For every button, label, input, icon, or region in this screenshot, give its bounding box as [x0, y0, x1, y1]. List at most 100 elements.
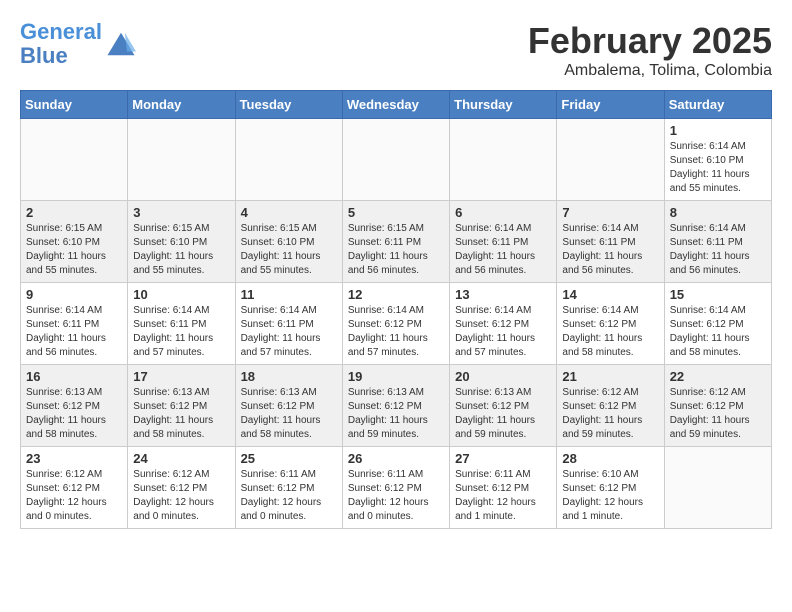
day-number: 3 [133, 205, 229, 220]
calendar-day-empty [128, 119, 235, 201]
calendar-day: 2 Sunrise: 6:15 AM Sunset: 6:10 PM Daylig… [21, 201, 128, 283]
day-number: 9 [26, 287, 122, 302]
title-area: February 2025 Ambalema, Tolima, Colombia [528, 20, 772, 80]
logo-text: GeneralBlue [20, 20, 102, 68]
day-info: Sunrise: 6:12 AM Sunset: 6:12 PM Dayligh… [562, 386, 658, 442]
day-info: Sunrise: 6:13 AM Sunset: 6:12 PM Dayligh… [348, 386, 444, 442]
calendar-day: 12Sunrise: 6:14 AM Sunset: 6:12 PM Dayli… [342, 283, 449, 365]
day-info: Sunrise: 6:14 AM Sunset: 6:11 PM Dayligh… [670, 222, 766, 278]
day-info: Sunrise: 6:12 AM Sunset: 6:12 PM Dayligh… [670, 386, 766, 442]
calendar-day: 26 Sunrise: 6:11 AM Sunset: 6:12 PM Dayli… [342, 447, 449, 529]
day-number: 17 [133, 369, 229, 384]
day-info: Sunrise: 6:12 AM Sunset: 6:12 PM Dayligh… [133, 468, 229, 524]
day-info: Sunrise: 6:14 AM Sunset: 6:11 PM Dayligh… [241, 304, 337, 360]
day-info: Sunrise: 6:14 AM Sunset: 6:12 PM Dayligh… [670, 304, 766, 360]
calendar-day: 5Sunrise: 6:15 AM Sunset: 6:11 PM Daylig… [342, 201, 449, 283]
calendar-day: 15 Sunrise: 6:14 AM Sunset: 6:12 PM Dayli… [664, 283, 771, 365]
day-number: 19 [348, 369, 444, 384]
calendar-week-row: 16 Sunrise: 6:13 AM Sunset: 6:12 PM Dayli… [21, 365, 772, 447]
day-info: Sunrise: 6:14 AM Sunset: 6:10 PM Dayligh… [670, 140, 766, 196]
calendar-day: 27 Sunrise: 6:11 AM Sunset: 6:12 PM Dayli… [450, 447, 557, 529]
day-number: 6 [455, 205, 551, 220]
logo: GeneralBlue [20, 20, 136, 68]
day-number: 27 [455, 451, 551, 466]
day-number: 1 [670, 123, 766, 138]
calendar-day: 18 Sunrise: 6:13 AM Sunset: 6:12 PM Dayli… [235, 365, 342, 447]
day-header-sunday: Sunday [21, 91, 128, 119]
calendar-day: 11 Sunrise: 6:14 AM Sunset: 6:11 PM Dayli… [235, 283, 342, 365]
calendar-day-empty [235, 119, 342, 201]
calendar-day: 9 Sunrise: 6:14 AM Sunset: 6:11 PM Daylig… [21, 283, 128, 365]
day-info: Sunrise: 6:15 AM Sunset: 6:10 PM Dayligh… [133, 222, 229, 278]
calendar-day: 19 Sunrise: 6:13 AM Sunset: 6:12 PM Dayli… [342, 365, 449, 447]
calendar-day: 8 Sunrise: 6:14 AM Sunset: 6:11 PM Daylig… [664, 201, 771, 283]
day-number: 2 [26, 205, 122, 220]
calendar-day-empty [450, 119, 557, 201]
calendar-day: 4 Sunrise: 6:15 AM Sunset: 6:10 PM Daylig… [235, 201, 342, 283]
day-info: Sunrise: 6:14 AM Sunset: 6:11 PM Dayligh… [26, 304, 122, 360]
day-number: 7 [562, 205, 658, 220]
calendar-header-row: SundayMondayTuesdayWednesdayThursdayFrid… [21, 91, 772, 119]
day-number: 21 [562, 369, 658, 384]
day-info: Sunrise: 6:15 AM Sunset: 6:10 PM Dayligh… [26, 222, 122, 278]
day-info: Sunrise: 6:14 AM Sunset: 6:12 PM Dayligh… [562, 304, 658, 360]
day-number: 20 [455, 369, 551, 384]
day-number: 15 [670, 287, 766, 302]
day-header-saturday: Saturday [664, 91, 771, 119]
day-info: Sunrise: 6:14 AM Sunset: 6:11 PM Dayligh… [133, 304, 229, 360]
day-number: 11 [241, 287, 337, 302]
calendar-day: 25 Sunrise: 6:11 AM Sunset: 6:12 PM Dayli… [235, 447, 342, 529]
day-number: 18 [241, 369, 337, 384]
calendar-table: SundayMondayTuesdayWednesdayThursdayFrid… [20, 90, 772, 529]
calendar-day: 22 Sunrise: 6:12 AM Sunset: 6:12 PM Dayli… [664, 365, 771, 447]
calendar-day: 10Sunrise: 6:14 AM Sunset: 6:11 PM Dayli… [128, 283, 235, 365]
day-info: Sunrise: 6:14 AM Sunset: 6:11 PM Dayligh… [562, 222, 658, 278]
calendar-day: 20 Sunrise: 6:13 AM Sunset: 6:12 PM Dayli… [450, 365, 557, 447]
day-info: Sunrise: 6:13 AM Sunset: 6:12 PM Dayligh… [26, 386, 122, 442]
day-info: Sunrise: 6:13 AM Sunset: 6:12 PM Dayligh… [455, 386, 551, 442]
calendar-day-empty [342, 119, 449, 201]
calendar-day-empty [664, 447, 771, 529]
day-header-wednesday: Wednesday [342, 91, 449, 119]
day-number: 8 [670, 205, 766, 220]
day-info: Sunrise: 6:11 AM Sunset: 6:12 PM Dayligh… [348, 468, 444, 524]
day-number: 26 [348, 451, 444, 466]
calendar-day: 7 Sunrise: 6:14 AM Sunset: 6:11 PM Daylig… [557, 201, 664, 283]
day-number: 28 [562, 451, 658, 466]
calendar-day: 14 Sunrise: 6:14 AM Sunset: 6:12 PM Dayli… [557, 283, 664, 365]
logo-icon [106, 29, 136, 59]
day-number: 14 [562, 287, 658, 302]
day-number: 25 [241, 451, 337, 466]
day-header-friday: Friday [557, 91, 664, 119]
day-header-thursday: Thursday [450, 91, 557, 119]
day-info: Sunrise: 6:13 AM Sunset: 6:12 PM Dayligh… [133, 386, 229, 442]
day-info: Sunrise: 6:14 AM Sunset: 6:12 PM Dayligh… [348, 304, 444, 360]
day-info: Sunrise: 6:11 AM Sunset: 6:12 PM Dayligh… [241, 468, 337, 524]
location-title: Ambalema, Tolima, Colombia [528, 62, 772, 80]
day-info: Sunrise: 6:13 AM Sunset: 6:12 PM Dayligh… [241, 386, 337, 442]
day-info: Sunrise: 6:14 AM Sunset: 6:12 PM Dayligh… [455, 304, 551, 360]
calendar-day-empty [557, 119, 664, 201]
day-number: 22 [670, 369, 766, 384]
day-info: Sunrise: 6:11 AM Sunset: 6:12 PM Dayligh… [455, 468, 551, 524]
day-info: Sunrise: 6:12 AM Sunset: 6:12 PM Dayligh… [26, 468, 122, 524]
calendar-day: 23 Sunrise: 6:12 AM Sunset: 6:12 PM Dayli… [21, 447, 128, 529]
day-info: Sunrise: 6:15 AM Sunset: 6:11 PM Dayligh… [348, 222, 444, 278]
day-number: 4 [241, 205, 337, 220]
day-info: Sunrise: 6:15 AM Sunset: 6:10 PM Dayligh… [241, 222, 337, 278]
day-number: 16 [26, 369, 122, 384]
calendar-day: 17 Sunrise: 6:13 AM Sunset: 6:12 PM Dayli… [128, 365, 235, 447]
day-number: 24 [133, 451, 229, 466]
calendar-day: 21 Sunrise: 6:12 AM Sunset: 6:12 PM Dayli… [557, 365, 664, 447]
calendar-day: 16 Sunrise: 6:13 AM Sunset: 6:12 PM Dayli… [21, 365, 128, 447]
day-info: Sunrise: 6:10 AM Sunset: 6:12 PM Dayligh… [562, 468, 658, 524]
calendar-day: 24 Sunrise: 6:12 AM Sunset: 6:12 PM Dayli… [128, 447, 235, 529]
calendar-day: 6Sunrise: 6:14 AM Sunset: 6:11 PM Daylig… [450, 201, 557, 283]
calendar-day: 3 Sunrise: 6:15 AM Sunset: 6:10 PM Daylig… [128, 201, 235, 283]
day-number: 13 [455, 287, 551, 302]
day-header-monday: Monday [128, 91, 235, 119]
calendar-day: 28 Sunrise: 6:10 AM Sunset: 6:12 PM Dayli… [557, 447, 664, 529]
calendar-week-row: 1 Sunrise: 6:14 AM Sunset: 6:10 PM Daylig… [21, 119, 772, 201]
day-number: 23 [26, 451, 122, 466]
calendar-day: 1 Sunrise: 6:14 AM Sunset: 6:10 PM Daylig… [664, 119, 771, 201]
